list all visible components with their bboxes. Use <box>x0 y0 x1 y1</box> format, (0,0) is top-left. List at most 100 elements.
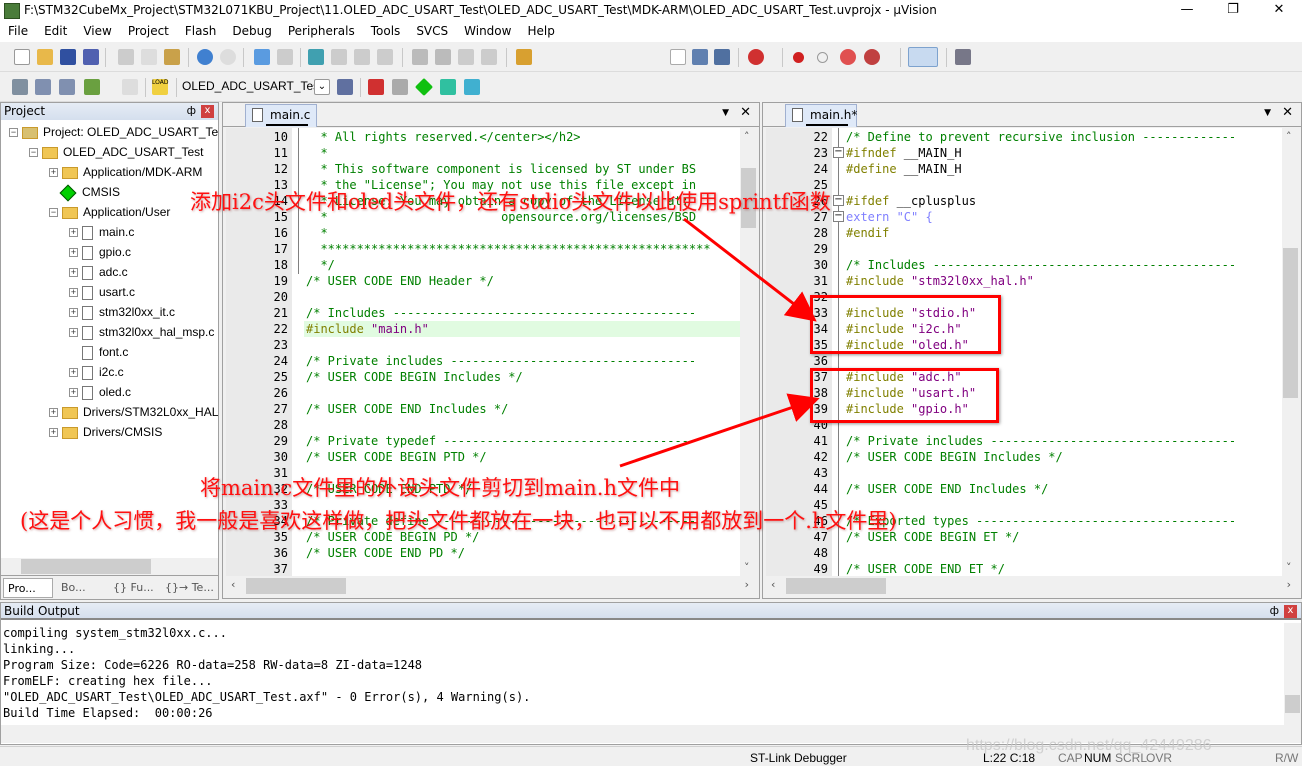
tab-list-dropdown-icon[interactable]: ▼ <box>722 108 729 118</box>
tab-templates[interactable]: {}→ Te... <box>161 578 217 598</box>
tab-functions[interactable]: {} Fu... <box>109 578 159 598</box>
translate-icon[interactable] <box>12 79 28 95</box>
tree-item[interactable]: CMSIS <box>49 182 120 202</box>
expand-icon[interactable]: + <box>49 168 58 178</box>
expand-icon[interactable]: + <box>69 328 78 338</box>
tree-item[interactable]: + gpio.c <box>69 242 131 262</box>
comment-icon[interactable] <box>458 49 474 65</box>
menu-flash[interactable]: Flash <box>177 22 224 42</box>
expand-icon[interactable]: + <box>69 248 78 258</box>
manage-run-time-environment-icon[interactable] <box>414 77 434 97</box>
redo-icon[interactable] <box>220 49 236 65</box>
collapse-icon[interactable]: − <box>9 128 18 138</box>
maximize-button[interactable]: ❐ <box>1210 0 1256 22</box>
tree-item[interactable]: + stm32l0xx_hal_msp.c <box>69 322 214 342</box>
minimize-button[interactable]: — <box>1164 0 1210 22</box>
expand-icon[interactable]: + <box>69 308 78 318</box>
project-hscrollbar[interactable] <box>1 558 218 575</box>
scroll-right-icon[interactable]: › <box>745 578 749 591</box>
save-icon[interactable] <box>60 49 76 65</box>
scroll-left-icon[interactable]: ‹ <box>231 578 235 591</box>
tree-item[interactable]: + adc.c <box>69 262 128 282</box>
indent-icon[interactable] <box>412 49 428 65</box>
close-tab-icon[interactable]: ✕ <box>740 105 751 120</box>
find-in-files-icon[interactable] <box>516 49 532 65</box>
expand-icon[interactable]: + <box>49 428 58 438</box>
breakpoint-icon[interactable] <box>793 52 804 63</box>
tab-project[interactable]: Pro... <box>3 578 53 598</box>
fold-collapse-icon[interactable]: − <box>833 195 844 206</box>
tab-list-dropdown-icon[interactable]: ▼ <box>1264 108 1271 118</box>
next-bookmark-icon[interactable] <box>354 49 370 65</box>
scroll-right-icon[interactable]: › <box>1287 578 1291 591</box>
tree-item[interactable]: − Application/User <box>49 202 170 222</box>
navigate-back-icon[interactable] <box>254 49 270 65</box>
close-tab-icon[interactable]: ✕ <box>1282 105 1293 120</box>
paste-icon[interactable] <box>164 49 180 65</box>
build-icon[interactable] <box>35 79 51 95</box>
editor-hscrollbar[interactable]: ‹ › <box>226 577 757 595</box>
tree-item[interactable]: + Drivers/CMSIS <box>49 422 162 442</box>
editor-vscrollbar[interactable]: ˄ ˅ <box>1282 128 1299 576</box>
clear-bookmarks-icon[interactable] <box>377 49 393 65</box>
tree-item[interactable]: + oled.c <box>69 382 131 402</box>
tree-item[interactable]: − OLED_ADC_USART_Test <box>29 142 204 162</box>
find-icon[interactable] <box>692 49 708 65</box>
pack-installer-icon[interactable] <box>440 79 456 95</box>
pin-icon[interactable]: ф <box>187 104 196 117</box>
target-options-icon[interactable] <box>337 79 353 95</box>
fold-collapse-icon[interactable]: − <box>833 147 844 158</box>
tree-item[interactable]: + Drivers/STM32L0xx_HAL_ <box>49 402 218 422</box>
menu-view[interactable]: View <box>75 22 119 42</box>
copy-icon[interactable] <box>141 49 157 65</box>
tree-item[interactable]: + stm32l0xx_it.c <box>69 302 175 322</box>
tree-item[interactable]: − Project: OLED_ADC_USART_Test <box>9 122 218 142</box>
manage-project-items-icon[interactable] <box>368 79 384 95</box>
tab-main-c[interactable]: main.c <box>245 104 317 127</box>
incremental-find-icon[interactable] <box>714 49 730 65</box>
pin-icon[interactable]: ф <box>1270 604 1279 617</box>
scroll-up-icon[interactable]: ˄ <box>1286 130 1292 143</box>
new-file-icon[interactable] <box>14 49 30 65</box>
scroll-thumb[interactable] <box>246 578 346 594</box>
collapse-icon[interactable]: − <box>49 208 58 218</box>
target-dropdown-chevron-icon[interactable]: ⌄ <box>314 79 330 95</box>
tree-item[interactable]: + usart.c <box>69 282 135 302</box>
collapse-icon[interactable]: − <box>29 148 38 158</box>
tree-item[interactable]: + i2c.c <box>69 362 124 382</box>
scroll-up-icon[interactable]: ˄ <box>744 130 750 143</box>
stop-build-icon[interactable] <box>122 79 138 95</box>
scroll-thumb[interactable] <box>1283 248 1298 398</box>
menu-debug[interactable]: Debug <box>224 22 279 42</box>
expand-icon[interactable]: + <box>69 288 78 298</box>
menu-svcs[interactable]: SVCS <box>408 22 456 42</box>
kill-breakpoints-icon[interactable] <box>840 49 856 65</box>
find-dropdown[interactable] <box>670 49 686 65</box>
tab-main-h[interactable]: main.h* <box>785 104 857 127</box>
close-panel-icon[interactable]: x <box>1284 605 1297 618</box>
fold-collapse-icon[interactable]: − <box>833 211 844 222</box>
menu-peripherals[interactable]: Peripherals <box>280 22 363 42</box>
expand-icon[interactable]: + <box>69 368 78 378</box>
target-select[interactable]: OLED_ADC_USART_Test <box>182 79 323 93</box>
menu-tools[interactable]: Tools <box>363 22 409 42</box>
expand-icon[interactable]: + <box>49 408 58 418</box>
scroll-down-icon[interactable]: ˅ <box>744 561 750 574</box>
stm32cubemx-icon[interactable] <box>464 79 480 95</box>
menu-file[interactable]: File <box>0 22 36 42</box>
cut-icon[interactable] <box>118 49 134 65</box>
bookmark-icon[interactable] <box>308 49 324 65</box>
open-folder-icon[interactable] <box>37 49 53 65</box>
select-packs-icon[interactable] <box>392 79 408 95</box>
menu-project[interactable]: Project <box>120 22 177 42</box>
close-panel-icon[interactable]: x <box>201 105 214 118</box>
build-output-vscrollbar[interactable] <box>1284 623 1301 725</box>
close-window-button[interactable]: ✕ <box>1256 0 1302 22</box>
save-all-icon[interactable] <box>83 49 99 65</box>
window-layout-icon[interactable] <box>908 47 938 67</box>
uncomment-icon[interactable] <box>481 49 497 65</box>
tree-item[interactable]: + Application/MDK-ARM <box>49 162 202 182</box>
editor-hscrollbar[interactable]: ‹ › <box>766 577 1299 595</box>
batch-build-icon[interactable] <box>84 79 100 95</box>
configure-icon[interactable] <box>955 49 971 65</box>
